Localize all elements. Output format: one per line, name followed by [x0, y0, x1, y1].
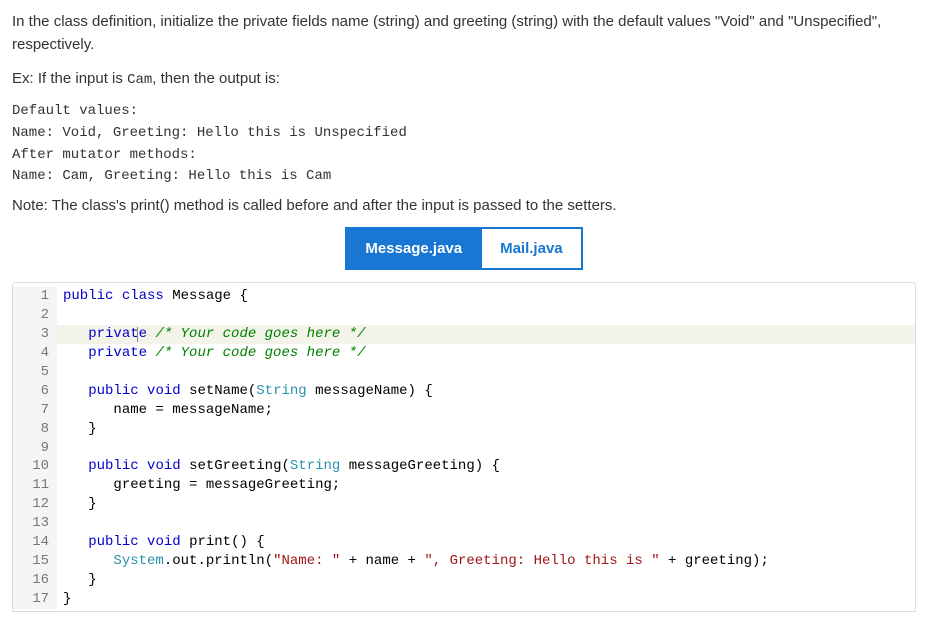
- code-line[interactable]: 9: [13, 439, 915, 458]
- code-line[interactable]: 12 }: [13, 495, 915, 514]
- line-number: 7: [13, 401, 57, 420]
- line-number: 2: [13, 306, 57, 325]
- expected-output: Default values: Name: Void, Greeting: He…: [12, 101, 916, 188]
- code-line[interactable]: 5: [13, 363, 915, 382]
- line-number: 17: [13, 590, 57, 609]
- code-content[interactable]: }: [57, 420, 915, 439]
- code-content[interactable]: name = messageName;: [57, 401, 915, 420]
- line-number: 14: [13, 533, 57, 552]
- example-input: Cam: [127, 72, 152, 88]
- code-line[interactable]: 16 }: [13, 571, 915, 590]
- code-line[interactable]: 10 public void setGreeting(String messag…: [13, 457, 915, 476]
- code-content[interactable]: [57, 306, 915, 325]
- example-suffix: , then the output is:: [152, 70, 280, 87]
- line-number: 3: [13, 325, 57, 344]
- code-content[interactable]: public void setName(String messageName) …: [57, 382, 915, 401]
- line-number: 13: [13, 514, 57, 533]
- file-tabs: Message.java Mail.java: [12, 227, 916, 270]
- code-line[interactable]: 7 name = messageName;: [13, 401, 915, 420]
- line-number: 12: [13, 495, 57, 514]
- line-number: 5: [13, 363, 57, 382]
- tab-mail-java[interactable]: Mail.java: [480, 227, 583, 270]
- instruction-paragraph: In the class definition, initialize the …: [12, 10, 916, 57]
- code-editor[interactable]: 1public class Message {23 private /* You…: [12, 282, 916, 611]
- code-line[interactable]: 4 private /* Your code goes here */: [13, 344, 915, 363]
- code-line[interactable]: 14 public void print() {: [13, 533, 915, 552]
- code-line[interactable]: 2: [13, 306, 915, 325]
- example-intro: Ex: If the input is Cam, then the output…: [12, 67, 916, 92]
- code-content[interactable]: greeting = messageGreeting;: [57, 476, 915, 495]
- code-content[interactable]: }: [57, 495, 915, 514]
- line-number: 11: [13, 476, 57, 495]
- code-line[interactable]: 15 System.out.println("Name: " + name + …: [13, 552, 915, 571]
- code-line[interactable]: 6 public void setName(String messageName…: [13, 382, 915, 401]
- line-number: 8: [13, 420, 57, 439]
- code-line[interactable]: 17}: [13, 590, 915, 609]
- code-content[interactable]: [57, 439, 915, 458]
- code-content[interactable]: }: [57, 590, 915, 609]
- problem-instructions: In the class definition, initialize the …: [12, 10, 916, 217]
- line-number: 9: [13, 439, 57, 458]
- line-number: 10: [13, 457, 57, 476]
- code-content[interactable]: public void setGreeting(String messageGr…: [57, 457, 915, 476]
- line-number: 6: [13, 382, 57, 401]
- example-prefix: Ex: If the input is: [12, 70, 127, 87]
- code-content[interactable]: public void print() {: [57, 533, 915, 552]
- code-content[interactable]: public class Message {: [57, 287, 915, 306]
- code-line[interactable]: 11 greeting = messageGreeting;: [13, 476, 915, 495]
- instruction-note: Note: The class's print() method is call…: [12, 194, 916, 217]
- line-number: 1: [13, 287, 57, 306]
- code-line[interactable]: 3 private /* Your code goes here */: [13, 325, 915, 344]
- code-content[interactable]: private /* Your code goes here */: [57, 325, 915, 344]
- code-line[interactable]: 13: [13, 514, 915, 533]
- code-content[interactable]: System.out.println("Name: " + name + ", …: [57, 552, 915, 571]
- line-number: 16: [13, 571, 57, 590]
- line-number: 15: [13, 552, 57, 571]
- code-line[interactable]: 8 }: [13, 420, 915, 439]
- code-content[interactable]: [57, 363, 915, 382]
- code-line[interactable]: 1public class Message {: [13, 287, 915, 306]
- tab-message-java[interactable]: Message.java: [345, 227, 480, 270]
- line-number: 4: [13, 344, 57, 363]
- code-content[interactable]: }: [57, 571, 915, 590]
- code-content[interactable]: private /* Your code goes here */: [57, 344, 915, 363]
- code-content[interactable]: [57, 514, 915, 533]
